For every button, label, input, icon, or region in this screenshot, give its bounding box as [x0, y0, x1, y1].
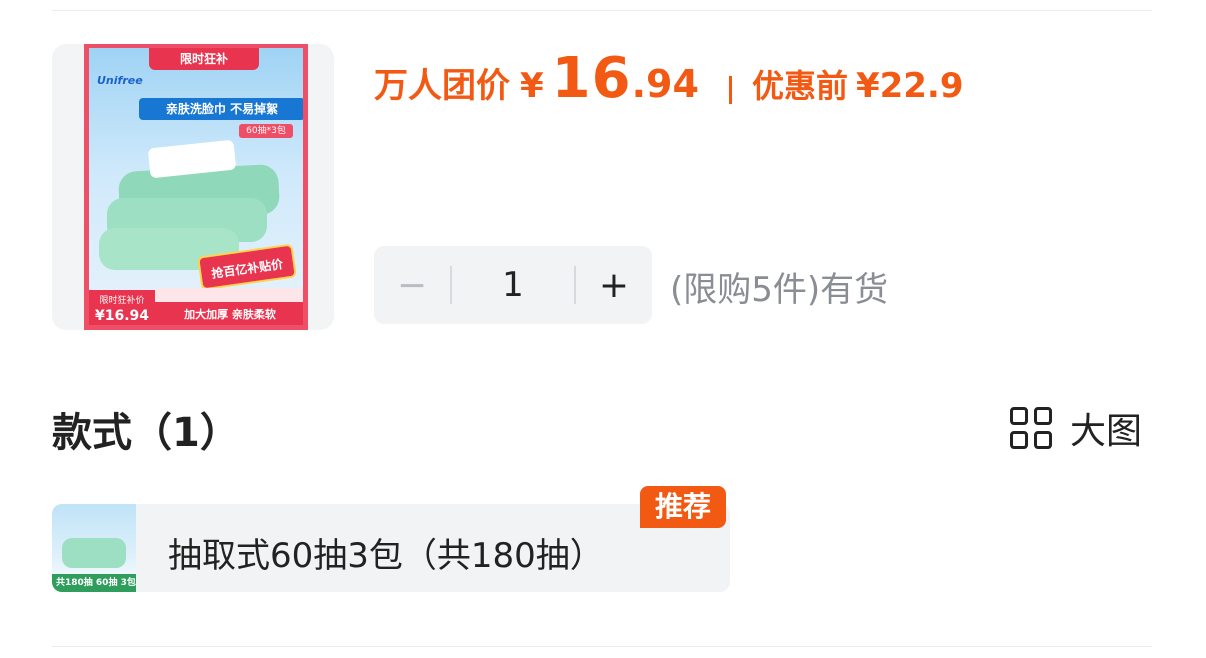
- poster-banner: 限时狂补: [149, 48, 259, 70]
- stock-status: (限购5件)有货: [670, 270, 889, 310]
- product-pack: [62, 538, 126, 568]
- grid-icon: [1010, 407, 1052, 449]
- increase-button[interactable]: +: [576, 246, 652, 324]
- poster-time-strip: [155, 288, 303, 302]
- poster-brand: Unifree: [97, 74, 143, 87]
- price-integer: 16: [551, 46, 632, 111]
- price-row: 万人团价 ¥ 16 .94 优惠前 ¥22.9: [374, 46, 964, 126]
- decrease-button[interactable]: −: [374, 246, 450, 324]
- price-separator: [728, 76, 732, 104]
- poster-tag-label: 限时狂补价: [99, 296, 145, 306]
- price-decimal: .94: [631, 62, 699, 106]
- recommend-badge: 推荐: [640, 486, 726, 528]
- bottom-divider: [52, 646, 1152, 647]
- product-image[interactable]: 限时狂补 Unifree 亲肤洗脸巾 不易掉絮 60抽*3包 抢百亿补贴价 限时…: [52, 44, 334, 330]
- original-price: ¥22.9: [855, 66, 964, 106]
- view-large-button[interactable]: 大图: [1010, 404, 1142, 452]
- quantity-value[interactable]: 1: [452, 265, 574, 305]
- poster-price-tag: 限时狂补价 ¥16.94: [89, 290, 155, 325]
- poster-tag-price: ¥16.94: [94, 308, 150, 324]
- group-price-label: 万人团价: [374, 66, 510, 106]
- poster-headline: 亲肤洗脸巾 不易掉絮: [139, 98, 303, 120]
- style-option-thumbnail: 共180抽 60抽 3包: [52, 504, 136, 592]
- style-section-title: 款式（1）: [52, 410, 240, 456]
- view-large-label: 大图: [1070, 411, 1143, 452]
- top-divider: [52, 10, 1152, 11]
- poster-footer: 加大加厚 亲肤柔软: [155, 302, 303, 325]
- thumbnail-caption: 共180抽 60抽 3包: [52, 574, 136, 592]
- product-poster: 限时狂补 Unifree 亲肤洗脸巾 不易掉絮 60抽*3包 抢百亿补贴价 限时…: [84, 44, 308, 330]
- original-price-label: 优惠前: [751, 67, 848, 105]
- quantity-stepper: − 1 +: [374, 246, 652, 324]
- style-option-label: 抽取式60抽3包（共180抽）: [168, 536, 604, 576]
- poster-spec: 60抽*3包: [239, 124, 293, 138]
- style-option[interactable]: 共180抽 60抽 3包 抽取式60抽3包（共180抽）: [52, 504, 730, 592]
- price-currency: ¥: [520, 66, 544, 106]
